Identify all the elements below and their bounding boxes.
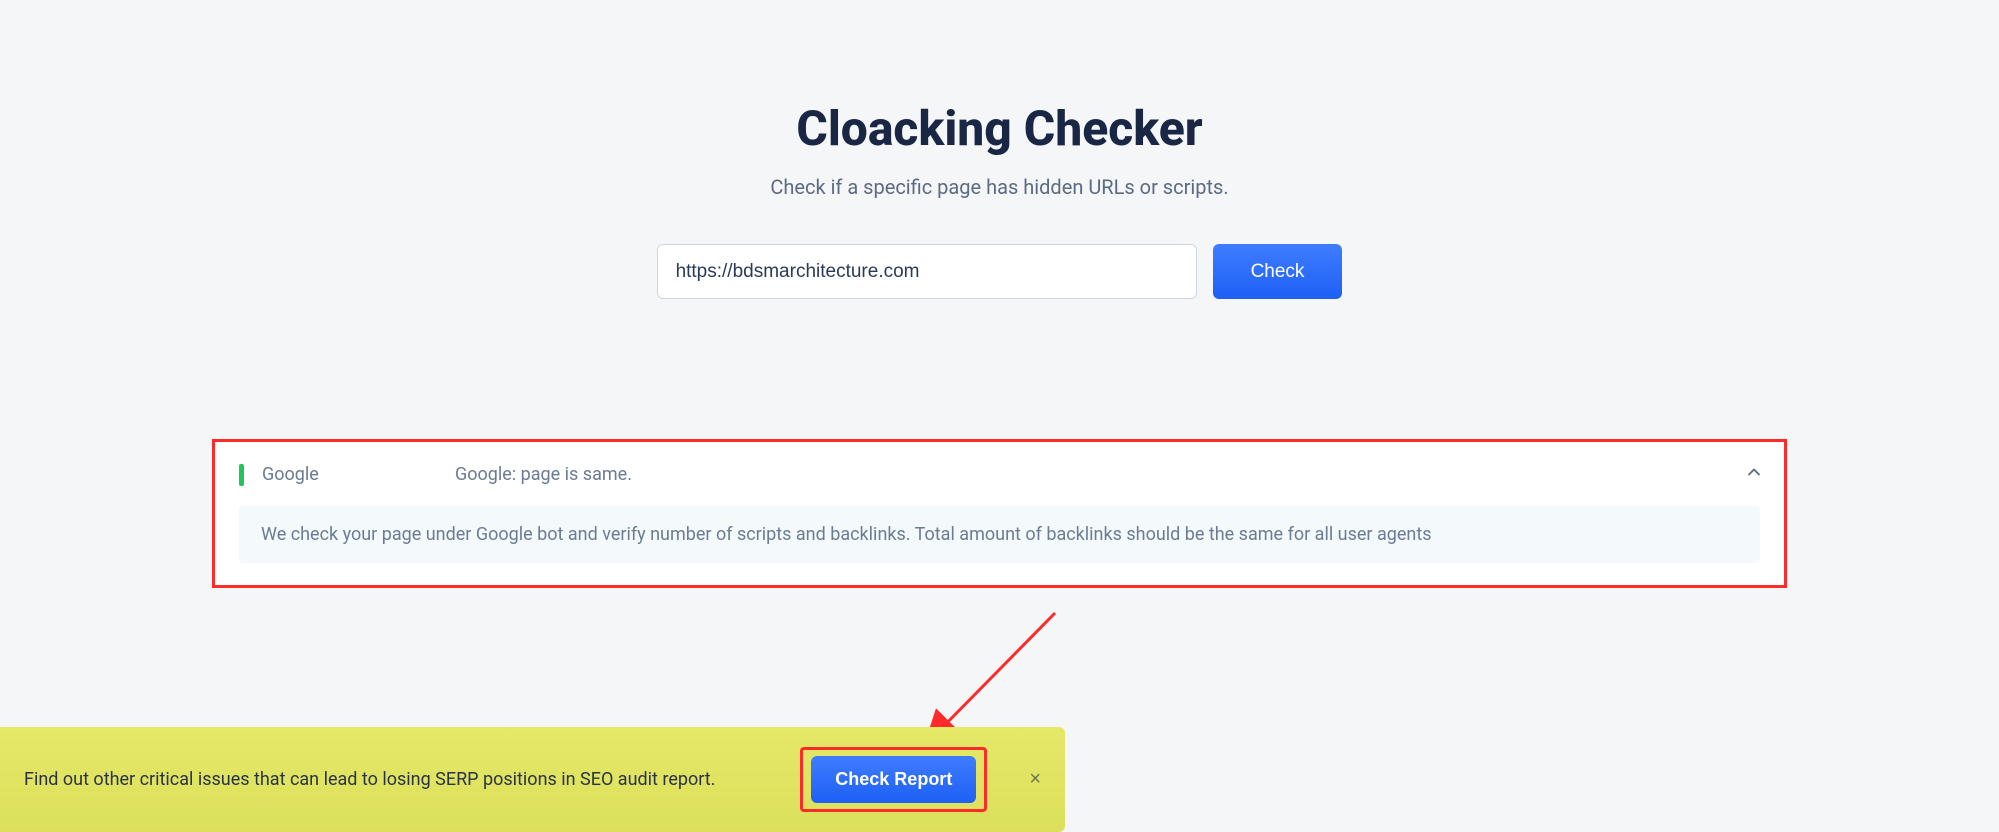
result-provider-label: Google [262, 464, 437, 485]
results-card: Google Google: page is same. We check yo… [212, 439, 1787, 588]
url-input[interactable] [657, 244, 1197, 299]
result-accordion-header[interactable]: Google Google: page is same. [239, 464, 1760, 486]
check-report-button[interactable]: Check Report [811, 756, 976, 803]
result-description: We check your page under Google bot and … [239, 506, 1760, 563]
check-button[interactable]: Check [1213, 244, 1343, 299]
result-status-text: Google: page is same. [455, 464, 1730, 485]
promo-banner: Find out other critical issues that can … [0, 727, 1065, 832]
page-subtitle: Check if a specific page has hidden URLs… [770, 175, 1228, 199]
chevron-up-icon [1748, 464, 1760, 480]
page-title: Cloacking Checker [796, 100, 1202, 157]
status-indicator-icon [239, 464, 244, 486]
close-banner-button[interactable]: × [1029, 768, 1041, 791]
banner-text: Find out other critical issues that can … [24, 766, 776, 793]
search-row: Check [657, 244, 1343, 299]
banner-button-highlight: Check Report [800, 747, 987, 812]
